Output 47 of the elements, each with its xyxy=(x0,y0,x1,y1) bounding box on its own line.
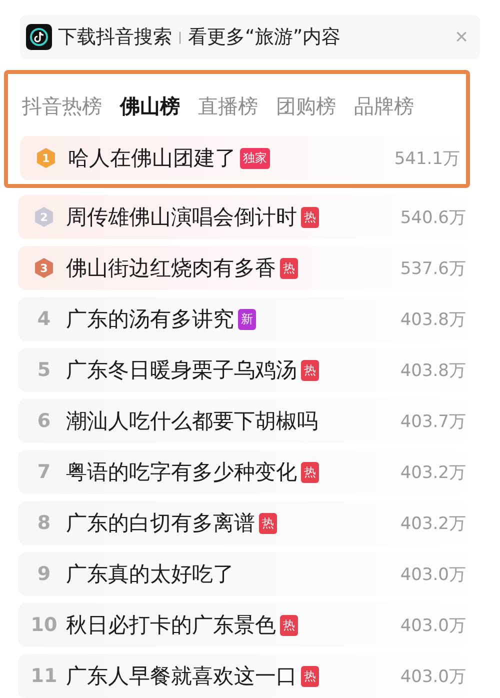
topic-tag: 热 xyxy=(301,360,319,380)
topic-title: 广东冬日暖身栗子乌鸡汤 xyxy=(66,357,297,384)
ranking-tab[interactable]: 佛山榜 xyxy=(120,92,180,120)
rank-number: 9 xyxy=(37,563,51,585)
heat-count: 403.7万 xyxy=(399,410,466,432)
rank-number: 5 xyxy=(37,359,51,381)
medal-icon: 1 xyxy=(36,147,56,169)
rank-number: 11 xyxy=(30,665,58,687)
heat-count: 537.6万 xyxy=(399,258,466,280)
rank-number: 8 xyxy=(37,512,51,534)
rank-number: 4 xyxy=(37,308,51,330)
topic-title: 广东的白切有多离谱 xyxy=(66,510,255,537)
topic-title: 广东人早餐就喜欢这一口 xyxy=(66,663,297,690)
topic-tag: 热 xyxy=(259,512,277,534)
heat-count: 403.0万 xyxy=(399,614,466,636)
medal-icon: 3 xyxy=(34,257,54,279)
topic-tag: 热 xyxy=(301,462,319,482)
topic-title: 周传雄佛山演唱会倒计时 xyxy=(66,204,297,231)
banner-title: 下载抖音搜索 xyxy=(58,25,172,50)
topic-title: 广东真的太好吃了 xyxy=(66,561,234,588)
heat-count: 403.0万 xyxy=(399,564,466,586)
rank-number: 7 xyxy=(37,461,51,483)
rank-number: 10 xyxy=(30,614,58,636)
topic-tag: 热 xyxy=(301,666,319,686)
heat-count: 540.6万 xyxy=(399,206,466,228)
topic-tag: 热 xyxy=(280,614,298,636)
heat-count: 403.2万 xyxy=(399,462,466,484)
rank-number: 6 xyxy=(37,410,51,432)
topic-title: 哈人在佛山团建了 xyxy=(68,145,236,172)
topic-title: 潮汕人吃什么都要下胡椒吗 xyxy=(66,408,318,435)
topic-tag: 新 xyxy=(238,308,256,330)
heat-count: 403.0万 xyxy=(399,666,466,688)
banner-subtitle: 看更多“旅游”内容 xyxy=(188,25,341,50)
topic-tag: 独家 xyxy=(240,148,270,168)
topic-title: 广东的汤有多讲究 xyxy=(66,306,234,333)
topic-title: 佛山街边红烧肉有多香 xyxy=(66,255,276,282)
topic-tag: 热 xyxy=(301,206,319,228)
topic-title: 秋日必打卡的广东景色 xyxy=(66,612,276,639)
heat-count: 403.8万 xyxy=(399,308,466,330)
heat-count: 403.2万 xyxy=(399,512,466,534)
topic-tag: 热 xyxy=(280,258,298,278)
banner-separator: | xyxy=(178,30,182,44)
app-logo-icon xyxy=(26,24,52,50)
topic-title: 粤语的吃字有多少种变化 xyxy=(66,459,297,486)
heat-count: 403.8万 xyxy=(399,360,466,382)
download-banner[interactable]: 下载抖音搜索 | 看更多“旅游”内容 × xyxy=(20,15,480,59)
heat-count: 541.1万 xyxy=(393,148,460,170)
